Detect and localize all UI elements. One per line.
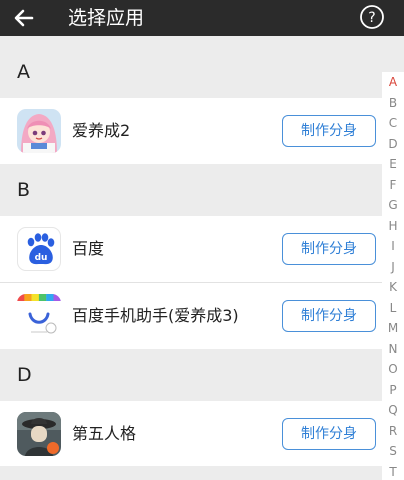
index-letter-j[interactable]: J bbox=[382, 257, 404, 278]
help-button[interactable]: ? bbox=[358, 3, 386, 31]
index-letter-m[interactable]: M bbox=[382, 318, 404, 339]
app-name: 百度手机助手(爱养成3) bbox=[72, 306, 239, 325]
section-letter: D bbox=[17, 364, 32, 386]
index-letter-a[interactable]: A bbox=[382, 72, 404, 93]
svg-text:du: du bbox=[35, 253, 48, 263]
index-letter-l[interactable]: L bbox=[382, 298, 404, 319]
list-item: 爱养成2 制作分身 bbox=[0, 98, 382, 164]
page-title: 选择应用 bbox=[68, 7, 145, 29]
svg-text:?: ? bbox=[368, 10, 375, 26]
index-letter-n[interactable]: N bbox=[382, 339, 404, 360]
section-header-b: B bbox=[0, 164, 382, 216]
top-bar: 选择应用 ? bbox=[0, 0, 404, 36]
section-letter: A bbox=[17, 61, 30, 83]
index-letter-g[interactable]: G bbox=[382, 195, 404, 216]
back-arrow-icon bbox=[14, 9, 34, 27]
list-item: du 百度 制作分身 bbox=[0, 216, 382, 282]
section-letter: B bbox=[17, 179, 31, 201]
help-icon: ? bbox=[360, 5, 384, 29]
index-letter-k[interactable]: K bbox=[382, 277, 404, 298]
list-item: 第五人格 制作分身 bbox=[0, 401, 382, 467]
anime-girl-icon bbox=[17, 109, 61, 153]
app-name: 百度 bbox=[72, 239, 105, 258]
index-letter-d[interactable]: D bbox=[382, 134, 404, 155]
make-clone-button[interactable]: 制作分身 bbox=[282, 115, 376, 147]
baidu-assistant-icon bbox=[17, 294, 61, 338]
index-letter-b[interactable]: B bbox=[382, 93, 404, 114]
app-name: 爱养成2 bbox=[72, 121, 131, 140]
index-letter-c[interactable]: C bbox=[382, 113, 404, 134]
index-letter-e[interactable]: E bbox=[382, 154, 404, 175]
make-clone-button[interactable]: 制作分身 bbox=[282, 418, 376, 450]
app-list: A 爱养成2 制作分身 B du 百度 制作分身 百度手机助手(爱养成3) 制作… bbox=[0, 46, 382, 467]
alphabet-index[interactable]: A B C D E F G H I J K L M N O P Q R S T bbox=[382, 72, 404, 480]
index-letter-h[interactable]: H bbox=[382, 216, 404, 237]
identity-v-icon bbox=[17, 412, 61, 456]
make-clone-button[interactable]: 制作分身 bbox=[282, 300, 376, 332]
index-letter-p[interactable]: P bbox=[382, 380, 404, 401]
index-letter-s[interactable]: S bbox=[382, 441, 404, 462]
index-letter-o[interactable]: O bbox=[382, 359, 404, 380]
index-letter-t[interactable]: T bbox=[382, 462, 404, 480]
baidu-paw-icon: du bbox=[17, 227, 61, 271]
app-name: 第五人格 bbox=[72, 424, 137, 443]
index-letter-q[interactable]: Q bbox=[382, 400, 404, 421]
index-letter-f[interactable]: F bbox=[382, 175, 404, 196]
section-header-a: A bbox=[0, 46, 382, 98]
list-item: 百度手机助手(爱养成3) 制作分身 bbox=[0, 283, 382, 349]
back-button[interactable] bbox=[10, 4, 38, 32]
make-clone-button[interactable]: 制作分身 bbox=[282, 233, 376, 265]
list-bottom bbox=[0, 466, 382, 480]
section-header-d: D bbox=[0, 349, 382, 401]
index-letter-r[interactable]: R bbox=[382, 421, 404, 442]
index-letter-i[interactable]: I bbox=[382, 236, 404, 257]
